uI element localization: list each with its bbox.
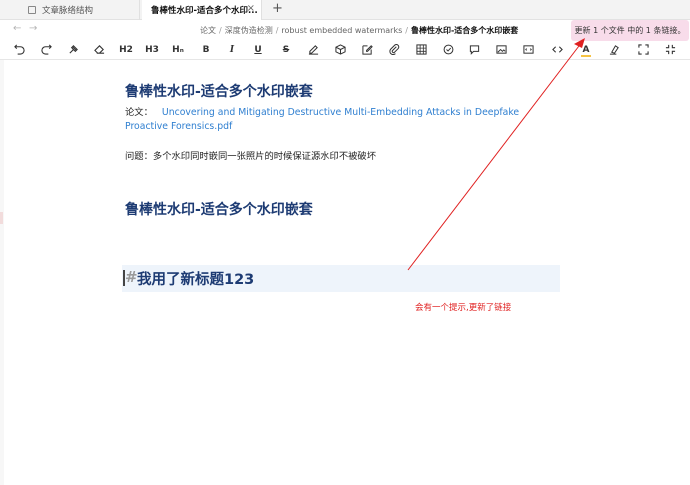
font-color-icon[interactable]: A: [578, 42, 594, 57]
document-icon: [28, 6, 36, 14]
breadcrumb-current: 鲁棒性水印-适合多个水印嵌套: [410, 26, 519, 35]
document-title[interactable]: 鲁棒性水印-适合多个水印嵌套: [125, 81, 313, 101]
close-icon[interactable]: ×: [247, 3, 255, 14]
paper-link[interactable]: Uncovering and Mitigating Destructive Mu…: [125, 107, 519, 132]
strikethrough-icon[interactable]: S: [278, 42, 294, 57]
table-icon[interactable]: [413, 42, 429, 57]
strike-glyph: S: [282, 44, 290, 55]
heading-3-icon[interactable]: H3: [144, 42, 160, 57]
new-heading-text[interactable]: 我用了新标题123: [137, 268, 254, 289]
notification-text: 更新 1 个文件 中的 1 条链接。: [574, 26, 686, 35]
eraser-icon[interactable]: [91, 42, 107, 57]
forward-arrow-icon[interactable]: →: [29, 23, 37, 34]
collapse-icon[interactable]: [662, 42, 678, 57]
annotation-note: 会有一个提示,更新了链接: [415, 303, 512, 313]
font-color-swatch: [581, 55, 591, 57]
breadcrumb-separator: /: [275, 26, 279, 35]
highlighter-icon[interactable]: [606, 42, 622, 57]
new-heading-block[interactable]: # 我用了新标题123: [122, 265, 560, 292]
attach-icon[interactable]: [386, 42, 402, 57]
cube-icon[interactable]: [332, 42, 348, 57]
code-icon[interactable]: [549, 42, 565, 57]
tab-article-structure[interactable]: 文章脉络结构: [0, 0, 140, 20]
image-icon[interactable]: [493, 42, 509, 57]
underline-glyph: U: [254, 44, 262, 55]
highlight-pen-icon[interactable]: [305, 42, 321, 57]
code-block-icon[interactable]: [520, 42, 536, 57]
breadcrumb-item-deepfake[interactable]: 深度伪造检测: [225, 26, 273, 35]
fullscreen-icon[interactable]: [635, 42, 651, 57]
breadcrumb-item-watermarks[interactable]: robust embedded watermarks: [281, 26, 402, 35]
tab-robust-watermark[interactable]: 鲁棒性水印-适合多个水印... ×: [142, 0, 262, 20]
link-update-notification[interactable]: 更新 1 个文件 中的 1 条链接。: [571, 20, 689, 41]
heading-2-icon[interactable]: H2: [118, 42, 134, 57]
paper-label: 论文：: [125, 107, 153, 118]
back-arrow-icon[interactable]: ←: [13, 23, 21, 34]
format-painter-icon[interactable]: [65, 42, 81, 57]
tab-bar: 文章脉络结构 鲁棒性水印-适合多个水印... × +: [0, 0, 690, 20]
heading-hash-marker: #: [125, 268, 138, 286]
italic-icon[interactable]: I: [224, 42, 240, 57]
breadcrumb-item-papers[interactable]: 论文: [200, 26, 216, 35]
font-color-glyph: A: [582, 44, 590, 55]
breadcrumb-separator: /: [405, 26, 408, 35]
paper-paragraph[interactable]: 论文： Uncovering and Mitigating Destructive…: [125, 106, 555, 134]
underline-icon[interactable]: U: [250, 42, 266, 57]
redo-icon[interactable]: [38, 42, 54, 57]
add-tab-icon[interactable]: +: [272, 1, 283, 16]
tab-label: 鲁棒性水印-适合多个水印...: [151, 6, 258, 16]
problem-paragraph[interactable]: 问题：多个水印同时嵌同一张照片的时候保证源水印不被破坏: [125, 150, 555, 164]
editor-toolbar: H2 H3 Hₙ B I U S A: [0, 39, 690, 60]
document-body[interactable]: 鲁棒性水印-适合多个水印嵌套 论文： Uncovering and Mitigat…: [0, 60, 690, 485]
undo-icon[interactable]: [11, 42, 27, 57]
breadcrumb: 论文 / 深度伪造检测 / robust embedded watermarks / 鲁棒性…: [200, 25, 518, 36]
tab-label: 文章脉络结构: [42, 6, 94, 16]
check-circle-icon[interactable]: [440, 42, 456, 57]
bold-icon[interactable]: B: [198, 42, 214, 57]
italic-glyph: I: [229, 44, 235, 55]
repeated-heading[interactable]: 鲁棒性水印-适合多个水印嵌套: [125, 199, 313, 219]
breadcrumb-separator: /: [219, 26, 222, 35]
heading-n-icon[interactable]: Hₙ: [170, 42, 186, 57]
edit-icon[interactable]: [359, 42, 375, 57]
comment-icon[interactable]: [466, 42, 482, 57]
